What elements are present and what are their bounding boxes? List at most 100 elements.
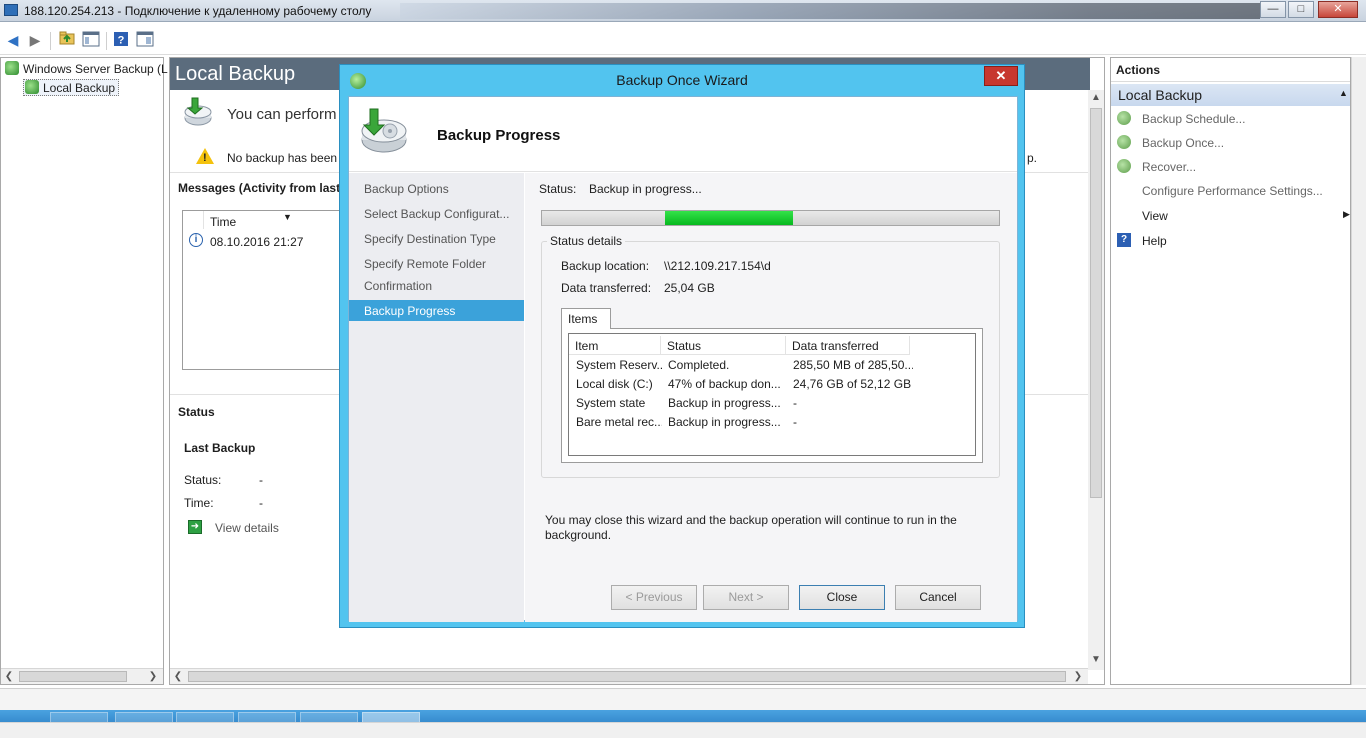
data-transferred-label: Data transferred: (561, 281, 652, 295)
tree-item-label: Local Backup (43, 81, 116, 95)
step-backup-progress[interactable]: Backup Progress (349, 300, 524, 321)
status-details-title: Status details (547, 234, 626, 248)
item-cell: Bare metal rec... (576, 415, 662, 429)
action-recover[interactable]: Recover... (1142, 160, 1196, 174)
forward-arrow-icon[interactable]: ▶ (26, 31, 44, 49)
center-vertical-scrollbar[interactable]: ▲ ▼ (1088, 90, 1104, 670)
step-specify-destination-type[interactable]: Specify Destination Type (349, 228, 524, 249)
column-header-data-transferred[interactable]: Data transferred (786, 336, 910, 355)
warning-text-tail: p. (1027, 151, 1038, 165)
step-select-backup-configuration[interactable]: Select Backup Configurat... (349, 203, 524, 224)
show-hide-action-pane-icon[interactable] (136, 31, 154, 49)
center-horizontal-scrollbar[interactable]: ❮ ❯ (170, 668, 1088, 684)
status-cell: Backup in progress... (668, 415, 781, 429)
column-header-time[interactable]: Time (210, 215, 236, 229)
svg-text:?: ? (118, 35, 125, 47)
previous-button[interactable]: < Previous (611, 585, 697, 610)
wizard-close-button[interactable]: ✕ (984, 66, 1018, 86)
rdp-background-tabs (400, 3, 1260, 19)
minimize-button[interactable]: — (1260, 1, 1286, 18)
step-confirmation[interactable]: Confirmation (349, 275, 524, 296)
scroll-thumb[interactable] (19, 671, 127, 682)
item-cell: System Reserv... (576, 358, 662, 372)
next-button[interactable]: Next > (703, 585, 789, 610)
console-tree-pane: Windows Server Backup (L Local Backup ❮ … (0, 57, 168, 685)
column-header-item[interactable]: Item (569, 336, 661, 355)
tree-item-windows-server-backup[interactable]: Windows Server Backup (L (5, 61, 168, 76)
tree-item-local-backup[interactable]: Local Backup (23, 79, 120, 96)
submenu-arrow-icon: ▶ (1343, 209, 1350, 219)
backup-once-icon (1117, 135, 1131, 149)
help-icon[interactable]: ? (112, 31, 130, 49)
backup-drive-icon (182, 96, 214, 128)
backup-once-wizard-dialog: Backup Once Wizard ✕ Backup Progress Bac… (339, 64, 1025, 628)
warning-text: No backup has been c (227, 151, 347, 165)
backup-progress-bar (541, 210, 1000, 226)
tree-item-label: Windows Server Backup (L (23, 62, 168, 76)
collapse-up-icon[interactable]: ▲ (1339, 88, 1348, 98)
backup-icon (25, 80, 39, 94)
scroll-up-icon[interactable]: ▲ (1088, 90, 1104, 106)
outer-vertical-scrollbar[interactable] (1351, 57, 1366, 685)
rdp-title-bar: 188.120.254.213 - Подключение к удаленно… (0, 0, 1366, 22)
backup-schedule-icon (1117, 111, 1131, 125)
last-status-label: Status: (184, 473, 222, 487)
status-cell: Completed. (668, 358, 730, 372)
wizard-steps-nav: Backup Options Select Backup Configurat.… (349, 173, 524, 622)
close-button[interactable]: Close (799, 585, 885, 610)
last-backup-title: Last Backup (184, 441, 256, 455)
transferred-cell: 24,76 GB of 52,12 GB (793, 377, 912, 391)
status-cell: Backup in progress... (668, 396, 781, 410)
backup-location-label: Backup location: (561, 259, 650, 273)
intro-text: You can perform (227, 106, 337, 123)
step-specify-remote-folder[interactable]: Specify Remote Folder (349, 253, 524, 274)
wizard-heading: Backup Progress (437, 127, 561, 144)
mmc-toolbar: ◀ ▶ ? (0, 27, 1366, 55)
close-wizard-note: You may close this wizard and the backup… (545, 513, 957, 542)
tab-items[interactable]: Items (561, 308, 611, 329)
backup-icon (5, 61, 19, 75)
actions-group-local-backup[interactable]: Local Backup ▲ (1111, 84, 1350, 106)
data-transferred-value: 25,04 GB (664, 281, 715, 295)
column-divider (203, 211, 204, 229)
progress-fill (665, 211, 793, 225)
rdp-horizontal-scrollbar[interactable] (0, 722, 1366, 738)
action-configure-performance[interactable]: Configure Performance Settings... (1142, 184, 1323, 198)
action-backup-once[interactable]: Backup Once... (1142, 136, 1224, 150)
view-details-icon: ➜ (188, 520, 202, 534)
remote-desktop-icon (4, 4, 18, 16)
wizard-title: Backup Once Wizard (616, 72, 748, 88)
item-cell: System state (576, 396, 646, 410)
scroll-right-icon[interactable]: ❯ (1070, 670, 1086, 684)
scroll-left-icon[interactable]: ❮ (170, 670, 186, 684)
cancel-button[interactable]: Cancel (895, 585, 981, 610)
status-section-title: Status (178, 405, 215, 419)
back-arrow-icon[interactable]: ◀ (4, 31, 22, 49)
close-window-button[interactable]: ✕ (1318, 1, 1358, 18)
last-status-value: - (259, 473, 263, 487)
tree-horizontal-scrollbar[interactable]: ❮ ❯ (1, 668, 163, 684)
items-tab-panel: Item Status Data transferred System Rese… (561, 328, 983, 463)
status-strip (0, 688, 1366, 710)
transferred-cell: - (793, 415, 797, 429)
actions-pane: Actions Local Backup ▲ Backup Schedule..… (1110, 57, 1351, 685)
scroll-thumb[interactable] (188, 671, 1066, 682)
items-list[interactable]: Item Status Data transferred System Rese… (568, 333, 976, 456)
scroll-left-icon[interactable]: ❮ (1, 670, 17, 684)
action-backup-schedule[interactable]: Backup Schedule... (1142, 112, 1245, 126)
scroll-right-icon[interactable]: ❯ (145, 670, 161, 684)
status-value: Backup in progress... (589, 182, 702, 196)
action-view[interactable]: View (1142, 209, 1168, 223)
view-details-link[interactable]: View details (215, 521, 279, 535)
maximize-button[interactable]: □ (1288, 1, 1314, 18)
transferred-cell: 285,50 MB of 285,50... (793, 358, 913, 372)
message-time-cell[interactable]: 08.10.2016 21:27 (210, 235, 303, 249)
column-header-status[interactable]: Status (661, 336, 786, 355)
action-help[interactable]: Help (1142, 234, 1167, 248)
up-folder-icon[interactable] (58, 31, 76, 49)
scroll-down-icon[interactable]: ▼ (1088, 652, 1104, 668)
scroll-thumb[interactable] (1090, 108, 1102, 498)
messages-table[interactable]: Time ▼ i 08.10.2016 21:27 (182, 210, 342, 370)
step-backup-options[interactable]: Backup Options (349, 178, 524, 199)
show-hide-tree-icon[interactable] (82, 31, 100, 49)
